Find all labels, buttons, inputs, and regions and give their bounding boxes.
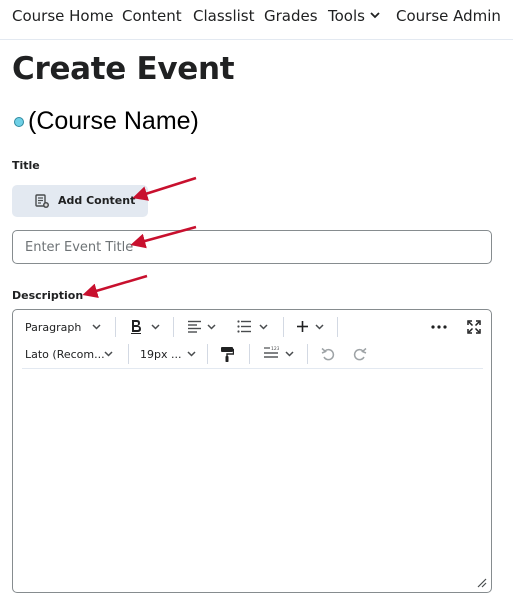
bold-button[interactable] [125, 315, 165, 339]
chevron-down-icon [370, 12, 380, 19]
more-options-button[interactable] [427, 315, 451, 339]
undo-icon [321, 347, 335, 361]
toolbar-divider [173, 317, 174, 337]
more-icon [431, 325, 447, 329]
course-color-dot [14, 117, 24, 127]
chevron-down-icon [259, 324, 268, 330]
toolbar-divider [249, 344, 250, 364]
block-format-select[interactable]: Paragraph [24, 315, 104, 339]
nav-course-admin[interactable]: Course Admin [396, 7, 501, 25]
toolbar-divider [115, 317, 116, 337]
title-label: Title [12, 159, 40, 172]
chevron-down-icon [92, 324, 101, 330]
insert-button[interactable] [293, 315, 329, 339]
nav-course-home[interactable]: Course Home [12, 7, 113, 25]
chevron-down-icon [151, 324, 160, 330]
font-family-value: Lato (Recom... [25, 348, 105, 361]
undo-button[interactable] [317, 342, 341, 366]
fullscreen-icon [467, 320, 481, 334]
event-title-input[interactable] [12, 230, 492, 264]
line-spacing-icon: 123 [264, 346, 279, 358]
description-label: Description [12, 289, 84, 302]
toolbar-divider [283, 317, 284, 337]
resize-icon[interactable] [476, 577, 487, 588]
chevron-down-icon [104, 351, 113, 357]
chevron-down-icon [207, 324, 216, 330]
bold-icon [131, 320, 141, 334]
insert-plus-icon [297, 321, 308, 332]
font-family-select[interactable]: Lato (Recom... [24, 342, 116, 366]
nav-classlist[interactable]: Classlist [193, 7, 255, 25]
course-navbar: Course Home Content Classlist Grades Too… [0, 0, 513, 40]
toolbar-divider [337, 317, 338, 337]
toolbar-divider [207, 344, 208, 364]
chevron-down-icon [285, 351, 294, 357]
chevron-down-icon [187, 351, 196, 357]
nav-content[interactable]: Content [122, 7, 182, 25]
align-icon [188, 320, 201, 333]
format-painter-icon [221, 347, 234, 362]
add-content-icon [35, 194, 49, 208]
align-button[interactable] [183, 315, 223, 339]
nav-tools-label: Tools [328, 7, 365, 25]
redo-icon [353, 347, 367, 361]
fullscreen-button[interactable] [463, 315, 487, 339]
editor-toolbar-row-2: Lato (Recom... 19px ... 123 [13, 342, 491, 366]
list-icon [237, 320, 251, 333]
toolbar-divider [128, 344, 129, 364]
page-title: Create Event [12, 51, 235, 87]
chevron-down-icon [315, 324, 324, 330]
list-button[interactable] [233, 315, 273, 339]
description-editor: Paragraph Lato (Recom... 19px ... 123 [12, 309, 492, 593]
toolbar-divider [307, 344, 308, 364]
nav-tools[interactable]: Tools [328, 7, 380, 25]
format-painter-button[interactable] [215, 342, 239, 366]
redo-button[interactable] [349, 342, 373, 366]
nav-grades[interactable]: Grades [264, 7, 318, 25]
svg-text:123: 123 [271, 346, 279, 352]
font-size-select[interactable]: 19px ... [139, 342, 199, 366]
add-content-button[interactable]: Add Content [12, 185, 148, 217]
editor-toolbar-row-1: Paragraph [13, 315, 491, 339]
font-size-value: 19px ... [140, 348, 182, 361]
add-content-label: Add Content [58, 194, 136, 207]
block-format-value: Paragraph [25, 321, 82, 334]
arrow-to-description [82, 274, 148, 299]
course-name: (Course Name) [28, 107, 199, 135]
line-spacing-button[interactable]: 123 [259, 342, 299, 366]
description-text-area[interactable] [22, 374, 482, 580]
toolbar-separator [22, 368, 483, 369]
